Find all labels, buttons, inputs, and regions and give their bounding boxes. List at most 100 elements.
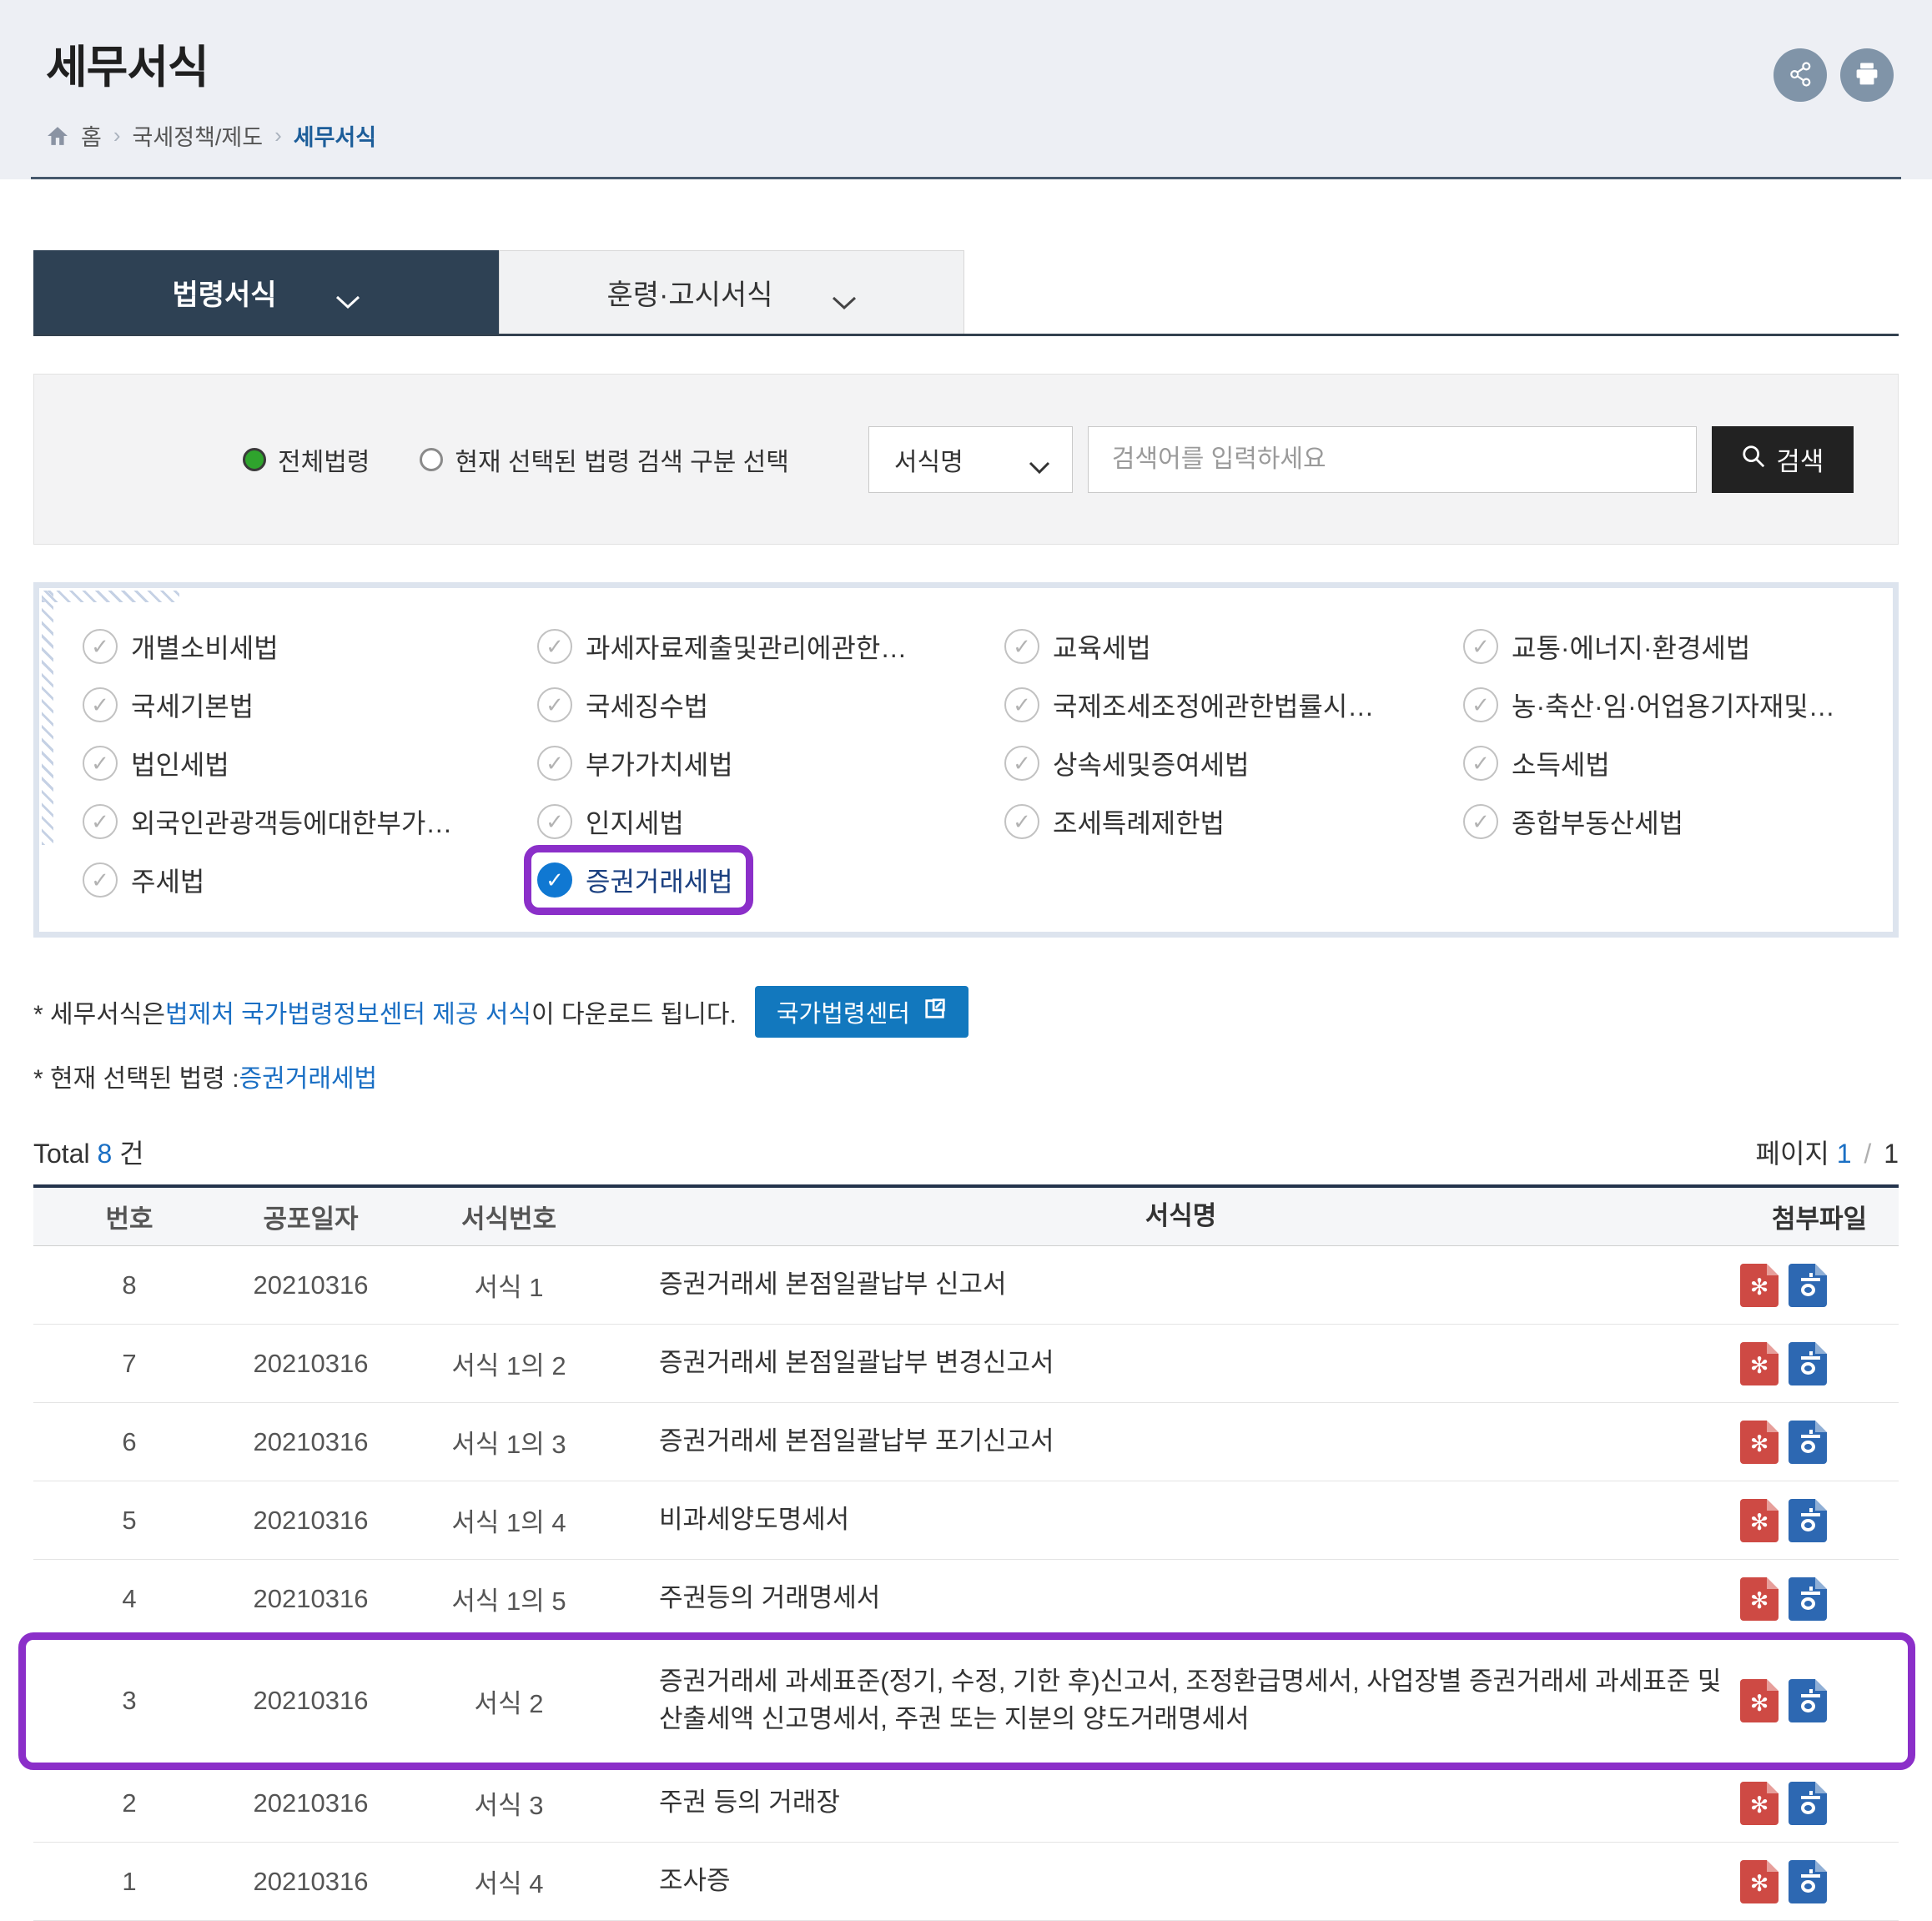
cell-date: 20210316 (225, 1349, 396, 1379)
search-input[interactable] (1088, 426, 1697, 493)
pagination: 페이지 1 / 1 (1756, 1133, 1899, 1171)
pdf-file-icon[interactable]: ✻ (1740, 1264, 1779, 1307)
check-circle-icon: ✓ (537, 746, 572, 781)
law-checkbox-item[interactable]: ✓조세특례제한법 (1004, 803, 1225, 840)
law-checkbox-item[interactable]: ✓인지세법 (537, 803, 684, 840)
national-law-center-label: 국가법령센터 (777, 994, 910, 1029)
national-law-center-button[interactable]: 국가법령센터 (755, 986, 969, 1038)
law-checkbox-item[interactable]: ✓부가가치세법 (537, 745, 733, 782)
law-checkbox-item[interactable]: ✓소득세법 (1463, 745, 1610, 782)
hwp-file-icon[interactable] (1789, 1499, 1827, 1542)
check-circle-icon: ✓ (1463, 687, 1498, 722)
pdf-glyph-icon: ✻ (1750, 1353, 1769, 1379)
checked-circle-icon: ✓ (537, 862, 572, 898)
law-label: 농·축산·임·어업용기자재및… (1512, 686, 1835, 724)
print-button[interactable] (1840, 48, 1894, 102)
cell-date: 20210316 (225, 1270, 396, 1300)
table-body: 820210316서식 1증권거래세 본점일괄납부 신고서✻720210316서… (33, 1246, 1899, 1921)
home-icon[interactable] (46, 125, 69, 147)
hwp-file-icon[interactable] (1789, 1421, 1827, 1464)
form-name-text: 비과세양도명세서 (659, 1501, 849, 1539)
law-grid: ✓개별소비세법✓국세기본법✓법인세법✓외국인관광객등에대한부가…✓주세법✓과세자… (83, 628, 1893, 898)
law-checkbox-item[interactable]: ✓법인세법 (83, 745, 229, 782)
law-checkbox-item[interactable]: ✓개별소비세법 (83, 628, 279, 665)
cell-form-name: 비과세양도명세서 (621, 1501, 1740, 1539)
table-row: 820210316서식 1증권거래세 본점일괄납부 신고서✻ (33, 1246, 1899, 1325)
pdf-file-icon[interactable]: ✻ (1740, 1679, 1779, 1722)
check-circle-icon: ✓ (1463, 746, 1498, 781)
list-summary: Total 8 건 페이지 1 / 1 (33, 1133, 1899, 1171)
search-field-select[interactable]: 서식명 (868, 426, 1073, 493)
header-date: 공포일자 (225, 1198, 396, 1235)
breadcrumb-home[interactable]: 홈 (81, 119, 102, 152)
page-label: 페이지 (1756, 1139, 1829, 1169)
table-row: 120210316서식 4조사증✻ (33, 1843, 1899, 1921)
note-link-law-center[interactable]: 법제처 국가법령정보센터 제공 서식 (165, 993, 531, 1030)
form-name-text: 증권거래세 본점일괄납부 신고서 (659, 1266, 1007, 1304)
external-link-icon (923, 997, 947, 1027)
law-select-panel: ✓개별소비세법✓국세기본법✓법인세법✓외국인관광객등에대한부가…✓주세법✓과세자… (33, 582, 1899, 938)
law-checkbox-item[interactable]: ✓주세법 (83, 862, 204, 898)
current-law-link[interactable]: 증권거래세법 (239, 1058, 378, 1094)
pdf-glyph-icon: ✻ (1750, 1691, 1769, 1717)
cell-form-name: 증권거래세 본점일괄납부 신고서 (621, 1266, 1740, 1304)
hwp-file-icon[interactable] (1789, 1577, 1827, 1621)
pdf-file-icon[interactable]: ✻ (1740, 1342, 1779, 1385)
check-circle-icon: ✓ (1004, 687, 1039, 722)
tab-law-forms[interactable]: 법령서식 (33, 250, 499, 334)
tab-directive-notice-forms[interactable]: 훈령·고시서식 (499, 250, 964, 334)
radio-all-laws[interactable]: 전체법령 (243, 441, 370, 478)
pdf-file-icon[interactable]: ✻ (1740, 1421, 1779, 1464)
header-form-name: 서식명 (621, 1198, 1740, 1235)
law-checkbox-item-selected[interactable]: ✓증권거래세법 (537, 862, 733, 898)
law-checkbox-item[interactable]: ✓상속세및증여세법 (1004, 745, 1250, 782)
law-checkbox-item[interactable]: ✓교통·에너지·환경세법 (1463, 628, 1750, 665)
hwp-file-icon[interactable] (1789, 1264, 1827, 1307)
check-circle-icon: ✓ (1004, 804, 1039, 839)
law-checkbox-item[interactable]: ✓ 농·축산·임·어업용기자재및… (1463, 686, 1835, 723)
cell-attachments: ✻ (1740, 1264, 1899, 1307)
law-checkbox-item[interactable]: ✓국세징수법 (537, 686, 708, 723)
page-current[interactable]: 1 (1837, 1139, 1852, 1169)
table-row: 420210316서식 1의 5주권등의 거래명세서✻ (33, 1560, 1899, 1638)
law-label: 외국인관광객등에대한부가… (131, 802, 452, 841)
hwp-glyph-icon (1801, 1519, 1815, 1531)
search-button[interactable]: 검색 (1712, 426, 1854, 493)
breadcrumb-current: 세무서식 (294, 119, 376, 152)
law-checkbox-item[interactable]: ✓과세자료제출및관리에관한… (537, 628, 907, 665)
hwp-file-icon[interactable] (1789, 1679, 1827, 1722)
chevron-down-icon (335, 284, 360, 299)
law-checkbox-item[interactable]: ✓국제조세조정에관한법률시… (1004, 686, 1374, 723)
law-checkbox-item[interactable]: ✓국세기본법 (83, 686, 254, 723)
pdf-glyph-icon: ✻ (1750, 1588, 1769, 1614)
table-row: 620210316서식 1의 3증권거래세 본점일괄납부 포기신고서✻ (33, 1403, 1899, 1481)
note-text: 이 다운로드 됩니다. (531, 993, 737, 1030)
cell-attachments: ✻ (1740, 1860, 1899, 1903)
hwp-file-icon[interactable] (1789, 1782, 1827, 1825)
notes: * 세무서식은 법제처 국가법령정보센터 제공 서식 이 다운로드 됩니다. 국… (33, 986, 1899, 1094)
cell-no: 6 (33, 1427, 225, 1457)
pdf-file-icon[interactable]: ✻ (1740, 1782, 1779, 1825)
search-scope-radio-group: 전체법령 현재 선택된 법령 검색 구분 선택 (243, 441, 789, 478)
hwp-glyph-icon (1801, 1802, 1815, 1814)
radio-current-law[interactable]: 현재 선택된 법령 검색 구분 선택 (420, 441, 788, 478)
hwp-file-icon[interactable] (1789, 1342, 1827, 1385)
check-circle-icon: ✓ (537, 629, 572, 664)
hwp-file-icon[interactable] (1789, 1860, 1827, 1903)
header-attach: 첨부파일 (1740, 1198, 1899, 1235)
pdf-file-icon[interactable]: ✻ (1740, 1499, 1779, 1542)
check-circle-icon: ✓ (1463, 629, 1498, 664)
search-field-value: 서식명 (894, 441, 963, 478)
law-checkbox-item[interactable]: ✓종합부동산세법 (1463, 803, 1683, 840)
law-checkbox-item[interactable]: ✓외국인관광객등에대한부가… (83, 803, 452, 840)
form-name-text: 증권거래세 본점일괄납부 변경신고서 (659, 1345, 1054, 1382)
page-separator: / (1859, 1139, 1876, 1169)
breadcrumb-separator: › (274, 123, 282, 148)
law-checkbox-item[interactable]: ✓교육세법 (1004, 628, 1151, 665)
pdf-file-icon[interactable]: ✻ (1740, 1577, 1779, 1621)
cell-form-no: 서식 3 (396, 1784, 621, 1822)
cell-date: 20210316 (225, 1686, 396, 1716)
breadcrumb-level1[interactable]: 국세정책/제도 (133, 119, 264, 152)
pdf-file-icon[interactable]: ✻ (1740, 1860, 1779, 1903)
share-button[interactable] (1774, 48, 1827, 102)
